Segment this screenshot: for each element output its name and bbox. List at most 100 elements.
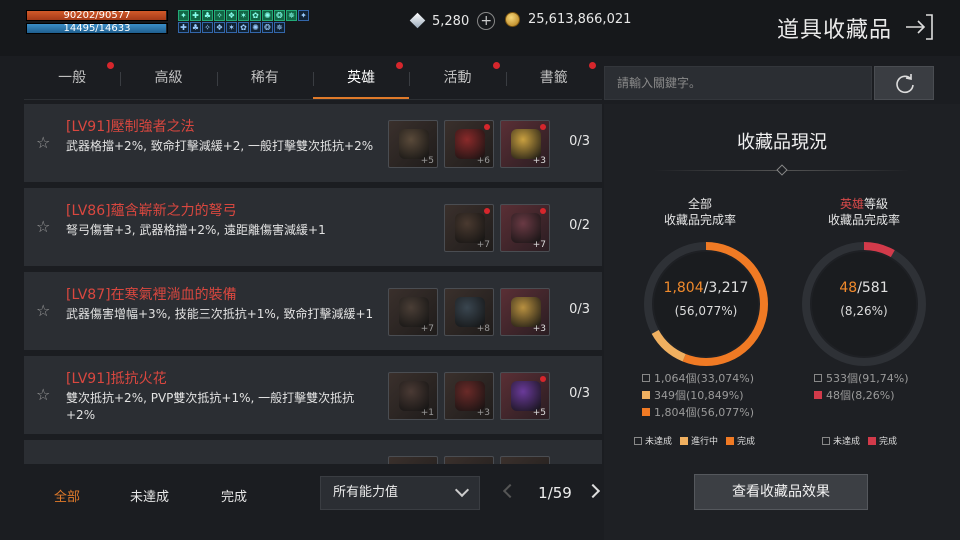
all-completion-label: 全部 收藏品完成率 (630, 196, 770, 228)
refresh-button[interactable] (874, 66, 934, 100)
item-slot[interactable]: +7 (444, 204, 494, 252)
tab-label: 活動 (443, 70, 472, 86)
buff-icon: ✶ (226, 22, 237, 33)
color-swatch (642, 374, 650, 382)
tab-label: 英雄 (347, 70, 376, 86)
item-enchant-level: +7 (420, 324, 434, 334)
tab-label: 稀有 (250, 70, 279, 86)
gold-currency: 25,613,866,021 (505, 12, 631, 27)
collection-row[interactable]: ☆ [LV91]抵抗火花 雙次抵抗+2%, PVP雙次抵抗+1%, 一般打擊雙次抵抗… (24, 356, 602, 434)
item-icon (399, 129, 429, 159)
gold-amount: 25,613,866,021 (528, 12, 632, 27)
filter-incomplete[interactable]: 未達成 (130, 486, 169, 505)
legend-item: 完成 (868, 434, 897, 447)
filter-complete[interactable]: 完成 (221, 486, 247, 505)
search-box (604, 66, 872, 100)
grade-tabs: 一般 高級 稀有 英雄 活動 書籤 (24, 60, 602, 100)
buff-icon: ❂ (262, 22, 273, 33)
collection-title: [LV87]在寒氣裡淌血的裝備 (66, 287, 237, 303)
hp-text: 90202/90577 (63, 10, 131, 21)
view-collection-effect-button[interactable]: 查看收藏品效果 (694, 474, 868, 510)
item-slot[interactable]: +3 (444, 372, 494, 420)
item-slot[interactable]: +3 (500, 120, 550, 168)
item-enchant-level: +3 (532, 324, 546, 334)
collection-items: +1 +3 +5 (388, 372, 550, 420)
item-slot[interactable]: +1 (388, 372, 438, 420)
all-total-count: /3,217 (703, 280, 749, 296)
exit-icon[interactable] (904, 12, 936, 42)
add-diamond-button[interactable]: + (477, 12, 496, 30)
notification-dot-icon (540, 124, 546, 130)
search-input[interactable] (605, 67, 871, 99)
item-slot[interactable]: +6 (444, 120, 494, 168)
legend-item: 未達成 (822, 434, 860, 447)
mp-text: 14495/14633 (63, 23, 131, 34)
collection-row[interactable]: ☆ [LV86]蘊含嶄新之力的弩弓 弩弓傷害+3, 武器格擋+2%, 遠距離傷害減緩… (24, 188, 602, 266)
buff-icon: ✦ (298, 10, 309, 21)
item-slot[interactable]: +3 (500, 288, 550, 336)
item-slot[interactable]: +7 (500, 204, 550, 252)
favorite-star-icon[interactable]: ☆ (36, 218, 54, 236)
favorite-star-icon[interactable]: ☆ (36, 302, 54, 320)
collection-row[interactable]: ☆ (24, 440, 602, 464)
tab-2[interactable]: 稀有 (216, 60, 313, 99)
item-slot[interactable] (388, 456, 438, 464)
panel-title: 收藏品現況 (737, 132, 827, 153)
bottom-bar: 全部 未達成 完成 所有能力值 1/59 (0, 468, 601, 540)
color-swatch (726, 437, 735, 445)
hero-completion-percent: (8,26%) (840, 304, 888, 318)
item-enchant-level: +5 (420, 156, 434, 166)
favorite-star-icon[interactable]: ☆ (36, 386, 54, 404)
notification-dot-icon (588, 62, 596, 69)
hero-label-line1: 英雄等級 (794, 196, 934, 212)
hero-grade-label: 英雄 (839, 197, 864, 211)
page-next-icon[interactable] (585, 483, 601, 499)
tab-3[interactable]: 英雄 (312, 60, 410, 99)
stat-text: 1,064個(33,074%) (654, 372, 755, 385)
buff-icon: ❂ (274, 10, 285, 21)
tab-1[interactable]: 高級 (120, 60, 216, 99)
color-swatch (642, 408, 650, 416)
legend-label: 進行中 (691, 437, 719, 447)
stat-filter-dropdown[interactable]: 所有能力值 (320, 476, 480, 510)
item-slot[interactable] (500, 456, 550, 464)
item-icon (511, 129, 541, 159)
refresh-icon (896, 74, 914, 94)
all-completion-percent: (56,077%) (674, 304, 738, 318)
notification-dot-icon (484, 124, 490, 130)
collection-items (388, 456, 550, 464)
item-slot[interactable]: +5 (388, 120, 438, 168)
stat-line: 1,804個(56,077%) (642, 404, 754, 421)
legend-label: 未達成 (833, 437, 861, 447)
buff-icon: ♣ (190, 22, 201, 33)
collection-row[interactable]: ☆ [LV91]壓制強者之法 武器格擋+2%, 致命打擊減緩+2, 一般打擊雙次抵抗… (24, 104, 602, 182)
collection-title: [LV91]抵抗火花 (66, 371, 167, 387)
item-slot[interactable]: +8 (444, 288, 494, 336)
hp-bar: 90202/90577 (26, 10, 168, 21)
notification-dot-icon (484, 208, 490, 214)
collection-row[interactable]: ☆ [LV87]在寒氣裡淌血的裝備 武器傷害增幅+3%, 技能三次抵抗+1%, 致命… (24, 272, 602, 350)
stat-line: 533個(91,74%) (814, 370, 909, 387)
collection-title: [LV86]蘊含嶄新之力的弩弓 (66, 203, 237, 219)
buff-icon: ✚ (178, 22, 189, 33)
tab-5[interactable]: 書籤 (505, 60, 602, 99)
item-icon (455, 297, 485, 327)
stat-text: 533個(91,74%) (826, 372, 909, 385)
item-enchant-level: +3 (476, 408, 490, 418)
tab-0[interactable]: 一般 (24, 60, 120, 99)
all-completion-count: 1,804/3,217 (636, 280, 776, 296)
page-prev-icon[interactable] (502, 483, 518, 499)
collection-progress: 0/2 (569, 218, 590, 233)
item-slot[interactable]: +7 (388, 288, 438, 336)
item-icon (511, 381, 541, 411)
all-completion-gauge: 1,804/3,217 (56,077%) (636, 234, 776, 374)
item-icon (455, 381, 485, 411)
item-slot[interactable]: +5 (500, 372, 550, 420)
item-slot[interactable] (444, 456, 494, 464)
tab-4[interactable]: 活動 (409, 60, 505, 99)
favorite-star-icon[interactable]: ☆ (36, 134, 54, 152)
buff-icon: ✵ (286, 10, 297, 21)
buff-icon: ♣ (202, 10, 213, 21)
filter-all[interactable]: 全部 (54, 486, 80, 505)
notification-dot-icon (492, 62, 500, 69)
